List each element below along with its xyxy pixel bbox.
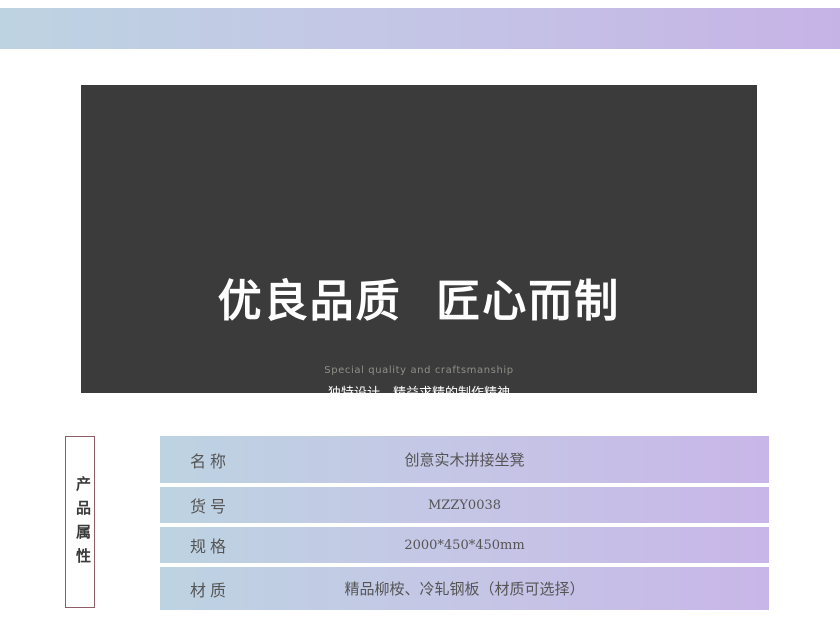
hero-title: 优良品质 匠心而制 — [217, 276, 621, 327]
product-attributes-tag: 产品属性 — [65, 436, 95, 608]
hero-banner: 优良品质 匠心而制 Special quality and craftsmans… — [81, 85, 757, 401]
hero-subtitle-chinese: 独特设计、精益求精的制作精神 — [327, 386, 510, 401]
spec-value: 2000*450*450mm — [404, 537, 525, 553]
spec-row-dimensions: 规格 2000*450*450mm — [160, 527, 769, 563]
top-gradient-band — [0, 8, 840, 49]
spec-value: MZZY0038 — [427, 497, 502, 513]
spec-table: 名称 创意实木拼接坐凳 货号 MZZY0038 规格 2000*450*450m… — [160, 436, 769, 614]
spec-value: 精品柳桉、冷轧钢板（材质可选择） — [344, 580, 585, 598]
hero-subtitle-english: Special quality and craftsmanship — [324, 365, 514, 376]
spec-row-material: 材质 精品柳桉、冷轧钢板（材质可选择） — [160, 567, 769, 610]
spec-value: 创意实木拼接坐凳 — [404, 451, 525, 469]
spec-row-name: 名称 创意实木拼接坐凳 — [160, 436, 769, 483]
spec-row-item-number: 货号 MZZY0038 — [160, 487, 769, 523]
product-attributes-label: 产品属性 — [74, 476, 92, 572]
